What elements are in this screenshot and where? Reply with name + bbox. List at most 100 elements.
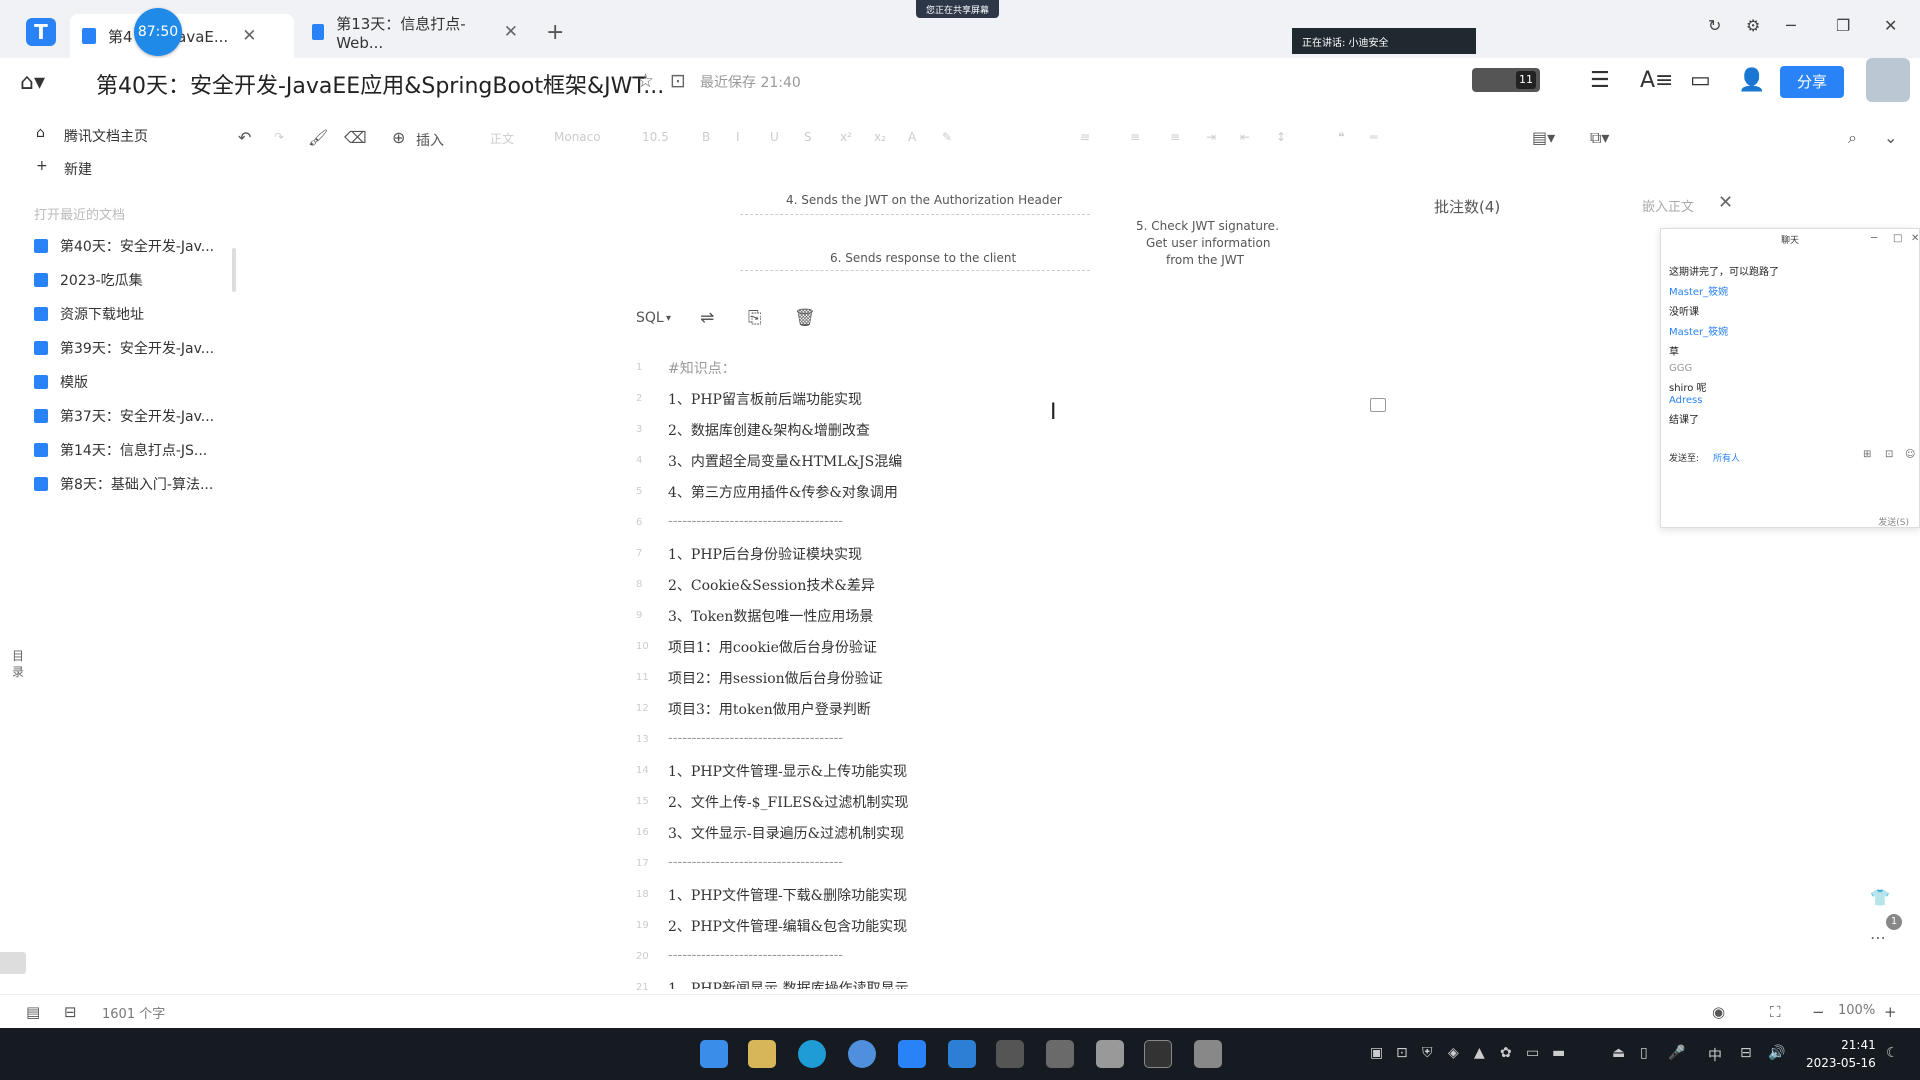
align-right-icon[interactable]: ≡ [1170,130,1180,144]
italic-icon[interactable]: I [736,130,740,144]
tray-app-icon[interactable]: ▣ [1370,1045,1383,1061]
app-icon[interactable] [1096,1040,1124,1068]
search-icon[interactable]: ⌕ [1848,128,1857,148]
page-view-icon[interactable]: ⊟ [64,1003,77,1021]
outline-icon[interactable]: ▤ [26,1003,40,1021]
new-tab-icon[interactable]: + [546,20,564,45]
plugin-icon[interactable]: ⧉▾ [1590,128,1609,148]
delete-icon[interactable]: 🗑 [794,308,816,328]
copy-icon[interactable]: ⎘ [748,308,762,328]
chrome-icon[interactable] [848,1040,876,1068]
shield-icon[interactable]: ⛨ [1422,1045,1433,1061]
font-color-icon[interactable]: A [908,130,916,144]
menu-icon[interactable]: ☰ [1590,68,1610,93]
tray-app-icon[interactable]: ▭ [1526,1045,1539,1061]
format-painter-icon[interactable]: 🖌 [308,128,328,147]
embed-in-body-button[interactable]: 嵌入正文 [1642,196,1694,215]
close-icon[interactable]: ✕ [504,22,518,42]
tray-app-icon[interactable]: ▬ [1552,1045,1565,1061]
text-format-icon[interactable]: A≡ [1640,68,1673,93]
close-window-icon[interactable]: ✕ [1884,16,1897,35]
sidebar-doc-item[interactable]: 第8天：基础入门-算法... [34,474,213,494]
send-button[interactable]: 发送(S) [1878,515,1909,528]
start-icon[interactable] [700,1040,728,1068]
avatar[interactable] [1866,58,1910,102]
sidebar-scrollbar[interactable] [232,248,236,292]
highlight-icon[interactable]: ✎ [942,130,952,144]
annotations-count[interactable]: 批注数(4) [1434,196,1500,217]
quote-icon[interactable]: ❝ [1338,130,1344,144]
bold-icon[interactable]: B [702,130,710,144]
file-explorer-icon[interactable] [748,1040,776,1068]
outline-toggle-icon[interactable] [0,952,26,974]
tab-doc-13[interactable]: 第13天：信息打点-Web... ✕ [300,12,530,52]
network-icon[interactable]: ⊟ [1740,1045,1752,1061]
send-to-select[interactable]: 所有人 [1713,451,1740,464]
app-icon[interactable] [1046,1040,1074,1068]
font-size-select[interactable]: 10.5 [642,130,669,144]
refresh-icon[interactable]: ↻ [1708,16,1721,35]
tray-app-icon[interactable]: ✿ [1500,1045,1512,1061]
sidebar-doc-item[interactable]: 第40天：安全开发-Jav... [34,236,214,256]
tray-app-icon[interactable]: ⊡ [1396,1045,1408,1061]
person-icon[interactable]: ☺ [1905,449,1915,460]
subscript-icon[interactable]: x₂ [874,130,886,144]
divider-icon[interactable]: ═ [1370,130,1377,144]
sidebar-doc-item[interactable]: 第14天：信息打点-JS... [34,440,207,460]
home-icon[interactable]: ⌂▾ [20,70,45,95]
fullscreen-icon[interactable]: ⛶ [1770,1003,1781,1021]
font-family-select[interactable]: Monaco [554,130,601,144]
tencent-docs-logo[interactable]: T [26,18,56,46]
tencent-docs-icon[interactable] [898,1040,926,1068]
insert-icon[interactable]: ⊕ [392,128,405,147]
tray-app-icon[interactable]: ◈ [1448,1045,1459,1061]
usb-icon[interactable]: ⏏ [1612,1045,1625,1061]
collaborators-icon[interactable]: 👤 [1738,68,1765,93]
edge-icon[interactable] [798,1040,826,1068]
chevron-down-icon[interactable]: ▾ [666,313,671,324]
add-comment-icon[interactable] [1370,398,1386,412]
terminal-icon[interactable] [1144,1040,1172,1068]
sidebar-new-button[interactable]: 新建 [64,159,92,179]
minimize-icon[interactable]: ─ [1786,16,1796,35]
battery-icon[interactable]: ▯ [1640,1045,1648,1061]
maximize-icon[interactable]: ❐ [1836,16,1850,35]
app-icon[interactable] [996,1040,1024,1068]
notifications-icon[interactable]: ☾ [1886,1045,1899,1061]
focus-icon[interactable]: ◉ [1712,1003,1725,1021]
file-icon[interactable]: ⊞ [1863,449,1871,460]
tray-app-icon[interactable]: ▲ [1474,1045,1485,1061]
microphone-icon[interactable]: 🎤 [1668,1045,1685,1061]
doc-title[interactable]: 第40天：安全开发-JavaEE应用&SpringBoot框架&JWT... [96,68,664,100]
outdent-icon[interactable]: ⇤ [1240,130,1250,144]
present-icon[interactable]: ▭ [1690,68,1711,93]
collaborator-avatars[interactable]: 11 [1472,68,1540,92]
close-icon[interactable]: ✕ [242,26,256,46]
minimize-icon[interactable]: ─ [1871,233,1877,244]
code-language-select[interactable]: SQL [636,310,664,326]
app-icon[interactable] [1194,1040,1222,1068]
underline-icon[interactable]: U [770,130,779,144]
word-count[interactable]: 1601 个字 [102,1003,165,1022]
align-center-icon[interactable]: ≡ [1130,130,1140,144]
toc-toggle[interactable]: 目录 [12,648,26,680]
sidebar-doc-item[interactable]: 资源下载地址 [34,304,144,324]
align-left-icon[interactable]: ≡ [1080,130,1090,144]
ime-indicator[interactable]: 中 [1708,1045,1722,1065]
undo-icon[interactable]: ↶ [238,128,251,147]
sidebar-doc-item[interactable]: 2023-吃瓜集 [34,270,143,290]
notification-badge[interactable]: 1 [1886,914,1902,930]
share-screen-notice[interactable]: 您正在共享屏幕 [916,0,1000,18]
screenshot-icon[interactable]: ⊡ [1885,449,1893,460]
skin-icon[interactable]: 👕 [1870,888,1890,907]
strikethrough-icon[interactable]: S [804,130,812,144]
clear-format-icon[interactable]: ⌫ [344,128,367,147]
zoom-out-icon[interactable]: − [1812,1003,1825,1021]
star-icon[interactable]: ☆ [637,70,654,92]
chevron-down-icon[interactable]: ⌄ [1884,128,1897,147]
zoom-in-icon[interactable]: + [1884,1003,1897,1021]
paragraph-style-select[interactable]: 正文 [490,130,514,147]
template-icon[interactable]: ▤▾ [1532,128,1555,147]
close-icon[interactable]: ✕ [1718,192,1733,213]
zoom-level[interactable]: 100% [1838,1003,1875,1018]
